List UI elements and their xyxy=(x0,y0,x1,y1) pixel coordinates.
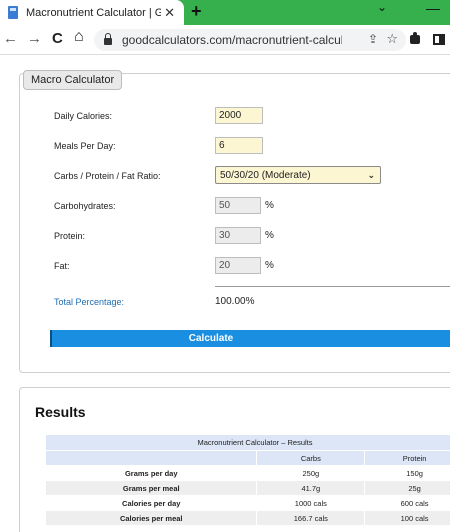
row-label: Grams per day xyxy=(44,465,258,481)
home-icon[interactable]: ⌂ xyxy=(74,28,84,46)
url-text[interactable]: goodcalculators.com/macronutrient-calcul… xyxy=(122,33,342,47)
total-percentage-value: 100.00% xyxy=(215,296,255,307)
extensions-puzzle-icon[interactable] xyxy=(410,32,422,44)
protein-cell: 100 cals xyxy=(364,510,450,526)
column-header-carbs: Carbs xyxy=(256,450,366,466)
meals-per-day-input[interactable]: 6 xyxy=(215,137,263,154)
calculate-button[interactable]: Calculate xyxy=(50,330,450,347)
carbohydrates-label: Carbohydrates: xyxy=(54,201,116,211)
carbohydrates-unit: % xyxy=(265,200,274,211)
fat-unit: % xyxy=(265,260,274,271)
tab-search-chevron-icon[interactable]: ⌄ xyxy=(377,0,387,14)
close-tab-icon[interactable]: ✕ xyxy=(164,5,175,21)
bookmark-star-icon[interactable]: ☆ xyxy=(386,31,398,47)
ratio-selected-value: 50/30/20 (Moderate) xyxy=(220,169,311,181)
side-panel-icon[interactable] xyxy=(433,34,445,45)
row-label: Calories per day xyxy=(44,495,258,511)
ratio-select[interactable]: 50/30/20 (Moderate) ⌄ xyxy=(215,166,381,184)
daily-calories-label: Daily Calories: xyxy=(54,111,113,121)
calculator-favicon-icon xyxy=(8,6,18,19)
fat-input[interactable]: 20 xyxy=(215,257,261,274)
results-table-caption: Macronutrient Calculator – Results xyxy=(45,434,450,451)
table-row: Grams per day 250g 150g xyxy=(44,465,450,481)
browser-toolbar: ← → C ⌂ goodcalculators.com/macronutrien… xyxy=(0,25,450,55)
ratio-label: Carbs / Protein / Fat Ratio: xyxy=(54,171,161,181)
protein-label: Protein: xyxy=(54,231,86,241)
column-header-empty xyxy=(44,450,258,466)
reload-icon[interactable]: C xyxy=(52,30,63,47)
protein-cell: 150g xyxy=(364,465,450,481)
tab-title: Macronutrient Calculator | Good xyxy=(26,6,161,19)
row-label: Grams per meal xyxy=(44,480,258,496)
protein-input[interactable]: 30 xyxy=(215,227,261,244)
carbs-cell: 250g xyxy=(256,465,366,481)
meals-per-day-label: Meals Per Day: xyxy=(54,141,116,151)
back-arrow-icon[interactable]: ← xyxy=(3,30,18,47)
results-title: Results xyxy=(35,404,86,420)
page-content: Macro Calculator Daily Calories: 2000 Me… xyxy=(0,56,450,532)
fat-label: Fat: xyxy=(54,261,70,271)
share-icon[interactable]: ⇪ xyxy=(368,32,378,46)
tab-strip: Macronutrient Calculator | Good ✕ + ⌄ — xyxy=(0,0,450,25)
divider xyxy=(215,286,450,287)
protein-unit: % xyxy=(265,230,274,241)
carbs-cell: 1000 cals xyxy=(256,495,366,511)
macro-calculator-legend: Macro Calculator xyxy=(23,70,123,90)
results-table: Macronutrient Calculator – Results Carbs… xyxy=(44,434,450,526)
address-bar[interactable]: goodcalculators.com/macronutrient-calcul… xyxy=(94,29,406,51)
browser-tab[interactable]: Macronutrient Calculator | Good ✕ xyxy=(0,0,184,25)
carbs-cell: 41.7g xyxy=(256,480,366,496)
total-percentage-label: Total Percentage: xyxy=(54,297,125,307)
row-label: Calories per meal xyxy=(44,510,258,526)
table-row: Grams per meal 41.7g 25g xyxy=(44,480,450,496)
new-tab-button[interactable]: + xyxy=(191,1,202,22)
lock-icon[interactable] xyxy=(104,33,112,45)
protein-cell: 25g xyxy=(364,480,450,496)
column-header-protein: Protein xyxy=(364,450,450,466)
table-row: Calories per day 1000 cals 600 cals xyxy=(44,495,450,511)
table-row: Calories per meal 166.7 cals 100 cals xyxy=(44,510,450,526)
protein-cell: 600 cals xyxy=(364,495,450,511)
minimize-window-icon[interactable]: — xyxy=(426,0,440,16)
daily-calories-input[interactable]: 2000 xyxy=(215,107,263,124)
forward-arrow-icon[interactable]: → xyxy=(27,30,42,47)
chevron-down-icon: ⌄ xyxy=(367,170,375,180)
carbohydrates-input[interactable]: 50 xyxy=(215,197,261,214)
carbs-cell: 166.7 cals xyxy=(256,510,366,526)
